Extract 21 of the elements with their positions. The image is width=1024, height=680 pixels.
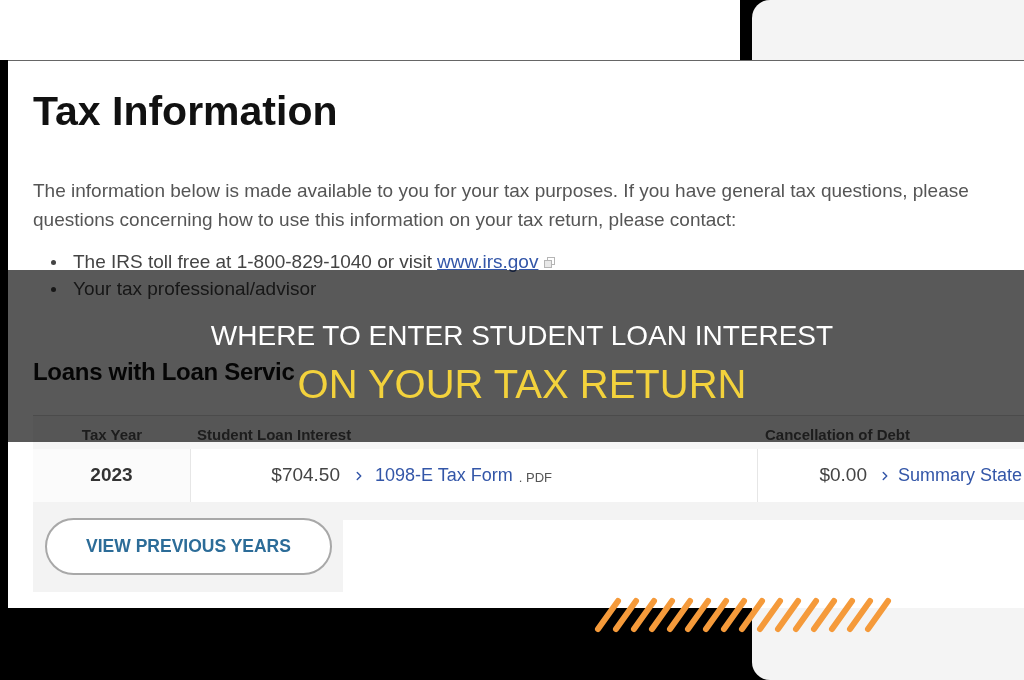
- contact-text: The IRS toll free at 1-800-829-1040 or visit: [73, 250, 433, 275]
- column-header: Cancellation of Debt: [764, 425, 911, 445]
- contact-text: Your tax professional/advisor: [73, 277, 317, 302]
- file-type-label: . PDF: [518, 469, 552, 488]
- debt-amount: $0.00: [818, 463, 867, 488]
- view-previous-years-button[interactable]: VIEW PREVIOUS YEARS: [45, 518, 332, 575]
- tax-form-link[interactable]: 1098-E Tax Form: [375, 462, 513, 489]
- statement-link[interactable]: Summary State: [898, 462, 1023, 489]
- bullet-icon: [51, 287, 56, 292]
- column-header: Student Loan Interest: [196, 425, 353, 445]
- column-header: Tax Year: [80, 425, 144, 445]
- table-cell: 2023: [33, 449, 191, 502]
- intro-paragraph: The information below is made available to you for your tax purposes. If you have general tax questions, please questions concerning how to use this information on your tax return, please contact:: [33, 179, 969, 232]
- external-link-icon: [544, 257, 556, 268]
- banner-title: ON YOUR TAX RETURN: [297, 361, 747, 407]
- banner-title: WHERE TO ENTER STUDENT LOAN INTEREST: [210, 319, 834, 353]
- section-heading: Loans with Loan Servic: [33, 357, 295, 387]
- page-heading: Tax Information: [33, 88, 338, 134]
- website-link[interactable]: www.irs.gov: [437, 248, 539, 277]
- bullet-icon: [51, 260, 56, 265]
- interest-amount: $704.50: [270, 463, 340, 488]
